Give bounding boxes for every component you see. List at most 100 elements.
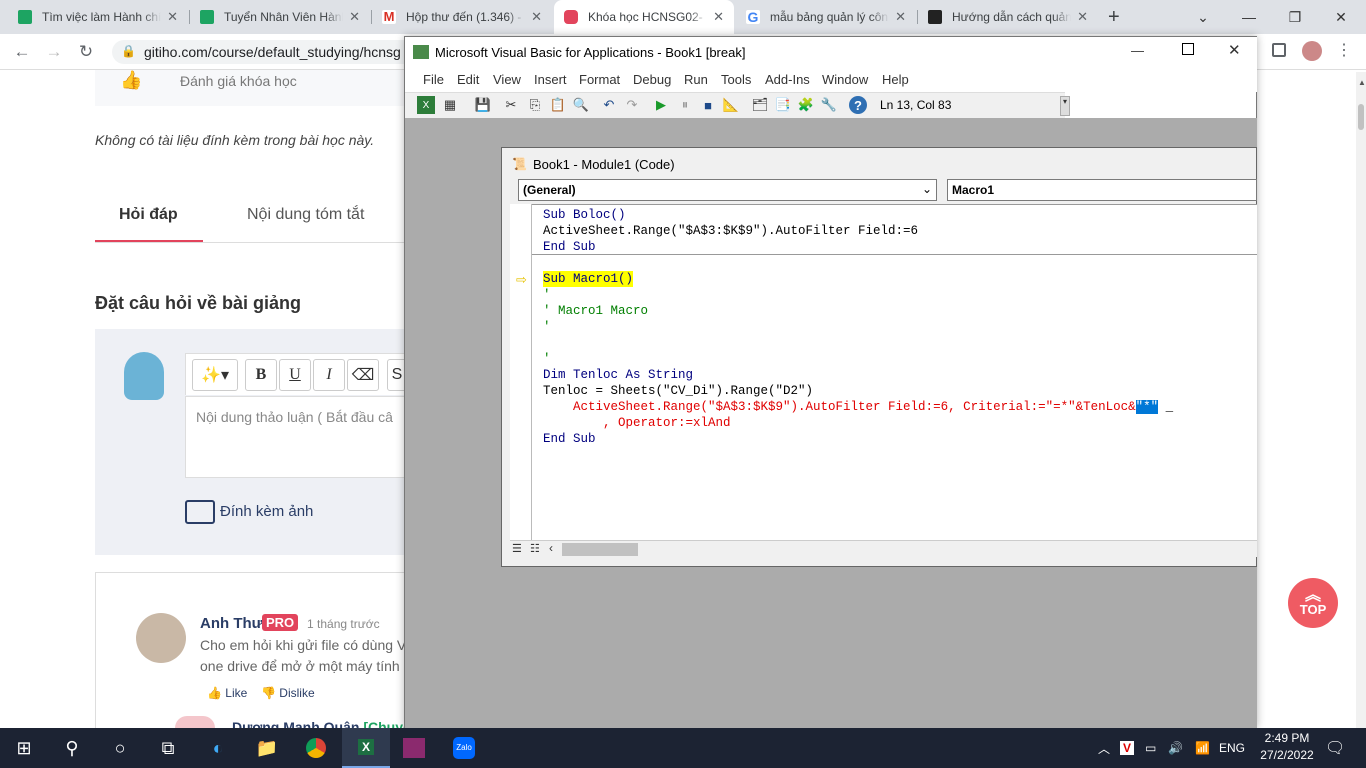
insert-userform-icon[interactable]: ▦ bbox=[441, 96, 459, 114]
break-icon[interactable]: ⏸ bbox=[676, 96, 694, 114]
copy-icon[interactable]: ⎘ bbox=[526, 96, 544, 114]
reload-icon[interactable]: ↻ bbox=[74, 42, 98, 62]
minimize-icon[interactable]: — bbox=[1226, 0, 1272, 34]
file-explorer-icon[interactable]: 📁 bbox=[243, 728, 291, 768]
bold-button[interactable]: B bbox=[245, 359, 277, 391]
object-combo[interactable]: (General) ⌄ bbox=[518, 179, 937, 201]
antivirus-icon[interactable]: V bbox=[1120, 728, 1135, 768]
design-mode-icon[interactable]: 📐 bbox=[722, 96, 740, 114]
rating-label[interactable]: Đánh giá khóa học bbox=[180, 73, 297, 89]
help-icon[interactable]: ? bbox=[849, 96, 867, 114]
reply-author[interactable]: Dương Mạnh Quân [Chuyê bbox=[232, 719, 411, 728]
cortana-icon[interactable]: ○ bbox=[96, 728, 144, 768]
close-tab-icon[interactable]: ✕ bbox=[531, 9, 542, 25]
properties-icon[interactable]: 📑 bbox=[774, 96, 792, 114]
browser-tab-active[interactable]: Khóa học HCNSG02- ✕ bbox=[554, 0, 734, 34]
vba-close-icon[interactable]: ✕ bbox=[1228, 41, 1241, 59]
menu-run[interactable]: Run bbox=[684, 72, 708, 87]
paste-icon[interactable]: 📋 bbox=[549, 96, 567, 114]
browser-tab[interactable]: Tuyển Nhân Viên Hành ✕ bbox=[190, 0, 370, 34]
save-icon[interactable]: 💾 bbox=[474, 96, 492, 114]
edge-icon[interactable]: ◐ bbox=[194, 728, 242, 768]
chrome-icon[interactable] bbox=[292, 728, 340, 768]
restore-icon[interactable]: ❐ bbox=[1272, 0, 1318, 34]
underline-button[interactable]: U bbox=[279, 359, 311, 391]
notification-icon[interactable]: 🗨 bbox=[1325, 728, 1345, 768]
browser-tab[interactable]: Tìm việc làm Hành chín ✕ bbox=[8, 0, 188, 34]
toolbar-overflow-icon[interactable]: ▾ bbox=[1060, 96, 1070, 116]
menu-help[interactable]: Help bbox=[882, 72, 909, 87]
scroll-left-icon[interactable]: ‹ bbox=[549, 541, 553, 555]
menu-insert[interactable]: Insert bbox=[534, 72, 567, 87]
page-scrollbar-thumb[interactable] bbox=[1358, 104, 1364, 130]
search-icon[interactable]: ⚲ bbox=[48, 728, 96, 768]
comment-author[interactable]: Anh Thư bbox=[200, 615, 263, 632]
excel-icon[interactable]: X bbox=[342, 728, 390, 768]
like-button[interactable]: 👍 Like bbox=[207, 686, 247, 700]
browser-tab[interactable]: G mẫu bảng quản lý côn ✕ bbox=[736, 0, 916, 34]
close-tab-icon[interactable]: ✕ bbox=[167, 9, 178, 25]
wifi-icon[interactable]: 📶 bbox=[1195, 728, 1210, 768]
cut-icon[interactable]: ✂ bbox=[502, 96, 520, 114]
page-scrollbar[interactable] bbox=[1356, 72, 1366, 728]
project-explorer-icon[interactable]: 🗂 bbox=[751, 96, 769, 114]
url-input[interactable]: gitiho.com/course/default_studying/hcnsg bbox=[112, 40, 412, 64]
menu-view[interactable]: View bbox=[493, 72, 521, 87]
winrar-icon[interactable] bbox=[390, 728, 438, 768]
menu-tools[interactable]: Tools bbox=[721, 72, 751, 87]
scroll-up-icon[interactable]: ▲ bbox=[1358, 78, 1366, 87]
procedure-view-icon[interactable]: ☰ bbox=[512, 542, 522, 555]
tab-qa[interactable]: Hỏi đáp bbox=[119, 206, 178, 224]
forward-icon[interactable]: → bbox=[42, 42, 66, 62]
dislike-button[interactable]: 👎 Dislike bbox=[261, 686, 315, 700]
tab-search-icon[interactable]: ⌄ bbox=[1180, 0, 1226, 34]
eraser-icon[interactable]: ⌫ bbox=[347, 359, 379, 391]
volume-icon[interactable]: 🔊 bbox=[1168, 728, 1183, 768]
back-icon[interactable]: ← bbox=[10, 42, 34, 62]
profile-avatar[interactable] bbox=[1302, 41, 1322, 61]
magic-format-icon[interactable]: ✨▾ bbox=[192, 359, 238, 391]
close-tab-icon[interactable]: ✕ bbox=[713, 9, 724, 25]
undo-icon[interactable]: ↶ bbox=[600, 96, 618, 114]
close-tab-icon[interactable]: ✕ bbox=[895, 9, 906, 25]
menu-format[interactable]: Format bbox=[579, 72, 620, 87]
language-indicator[interactable]: ENG bbox=[1219, 728, 1245, 768]
close-window-icon[interactable]: ✕ bbox=[1318, 0, 1364, 34]
new-tab-icon[interactable]: + bbox=[1108, 6, 1120, 29]
attach-image-button[interactable]: Đính kèm ảnh bbox=[220, 503, 313, 520]
procedure-combo[interactable]: Macro1 bbox=[947, 179, 1257, 201]
tab-summary[interactable]: Nội dung tóm tắt bbox=[247, 206, 364, 224]
side-panel-icon[interactable] bbox=[1272, 43, 1286, 57]
image-icon[interactable] bbox=[185, 500, 215, 524]
menu-addins[interactable]: Add-Ins bbox=[765, 72, 810, 87]
show-hidden-icons[interactable]: ︿ bbox=[1098, 728, 1110, 768]
reset-icon[interactable]: ■ bbox=[699, 96, 717, 114]
zalo-icon[interactable]: Zalo bbox=[440, 728, 488, 768]
find-icon[interactable]: 🔍 bbox=[572, 96, 590, 114]
clock[interactable]: 2:49 PM 27/2/2022 bbox=[1258, 731, 1316, 762]
vba-maximize-icon[interactable] bbox=[1182, 43, 1194, 55]
run-icon[interactable]: ▶ bbox=[652, 96, 670, 114]
close-tab-icon[interactable]: ✕ bbox=[1077, 9, 1088, 25]
redo-icon[interactable]: ↷ bbox=[623, 96, 641, 114]
close-tab-icon[interactable]: ✕ bbox=[349, 9, 360, 25]
browser-tab[interactable]: Hướng dẫn cách quản ✕ bbox=[918, 0, 1098, 34]
back-to-top-button[interactable]: ︽ TOP bbox=[1288, 578, 1338, 628]
excel-view-icon[interactable]: X bbox=[417, 96, 435, 114]
code-margin[interactable] bbox=[510, 204, 532, 540]
battery-icon[interactable]: ▭ bbox=[1145, 728, 1156, 768]
menu-file[interactable]: File bbox=[423, 72, 444, 87]
browser-tab[interactable]: M Hộp thư đến (1.346) - ✕ bbox=[372, 0, 552, 34]
menu-window[interactable]: Window bbox=[822, 72, 868, 87]
windows-start-icon[interactable]: ⊞ bbox=[0, 728, 48, 768]
full-module-view-icon[interactable]: ☷ bbox=[530, 542, 540, 555]
vba-minimize-icon[interactable]: — bbox=[1131, 43, 1144, 58]
more-menu-icon[interactable]: ⋮ bbox=[1336, 40, 1352, 60]
menu-edit[interactable]: Edit bbox=[457, 72, 479, 87]
scrollbar-thumb[interactable] bbox=[562, 543, 638, 556]
toolbox-icon[interactable]: 🔧 bbox=[820, 96, 838, 114]
task-view-icon[interactable]: ⧉ bbox=[144, 728, 192, 768]
object-browser-icon[interactable]: 🧩 bbox=[797, 96, 815, 114]
italic-button[interactable]: I bbox=[313, 359, 345, 391]
menu-debug[interactable]: Debug bbox=[633, 72, 671, 87]
